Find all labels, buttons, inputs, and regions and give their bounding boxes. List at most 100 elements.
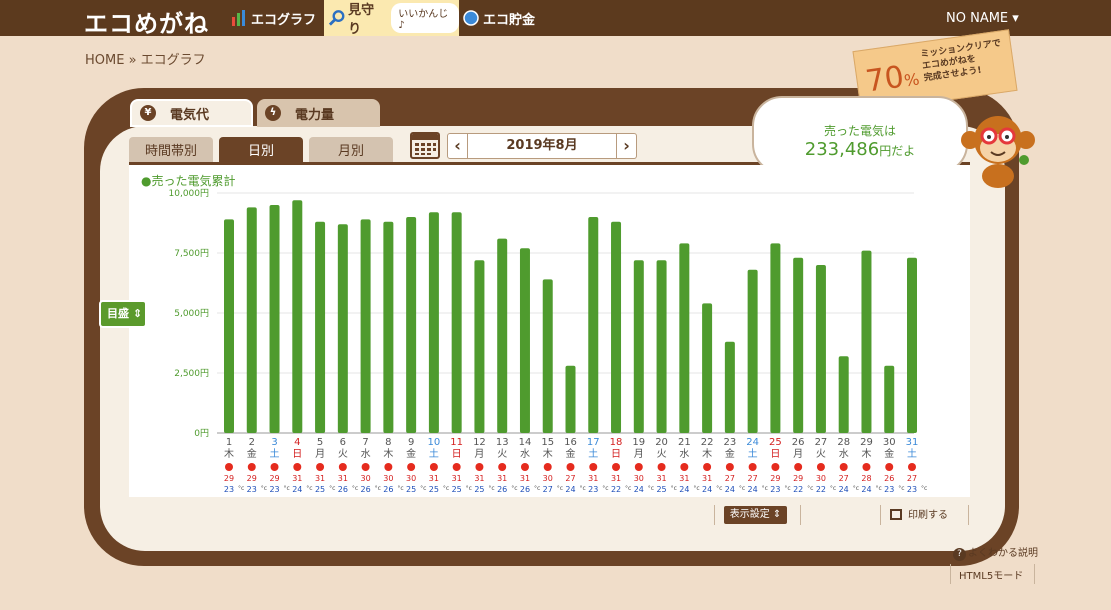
weekday-label: 日 [292,449,302,460]
weekday-label: 金 [566,447,576,460]
low-temp-label: 24 [292,485,302,494]
divider [968,505,969,525]
temp-unit-label: °c [602,485,608,492]
graph-icon [232,10,245,26]
scale-toggle-button[interactable]: 目盛 ⇕ [99,300,147,328]
tab-electric-power[interactable]: ϟ 電力量 [257,99,380,127]
weekday-label: 金 [406,447,416,460]
x-tick-label: 16 [564,437,577,448]
sun-icon [634,463,643,471]
bar [611,221,622,433]
low-temp-label: 25 [315,485,325,494]
divider [714,505,715,525]
sun-icon [293,463,302,471]
high-temp-label: 27 [565,474,575,483]
bar [542,279,553,433]
print-button[interactable]: 印刷する [890,506,948,521]
high-temp-label: 29 [224,474,234,483]
x-tick-label: 13 [496,437,509,448]
tab-electric-cost[interactable]: ¥ 電気代 [130,99,253,127]
breadcrumb: HOME » エコグラフ [85,53,206,68]
calendar-icon[interactable] [410,132,440,159]
bar [269,205,280,433]
sun-icon [885,463,894,471]
app-logo[interactable]: エコめがね [84,4,209,39]
weekday-label: 月 [474,448,484,460]
bar [770,243,781,433]
weekday-label: 木 [543,448,553,460]
high-temp-label: 27 [748,474,758,483]
low-temp-label: 25 [406,485,416,494]
subtab-hourly[interactable]: 時間帯別 [129,137,213,162]
x-tick-label: 11 [450,437,463,448]
temp-unit-label: °c [488,485,494,492]
x-tick-label: 8 [385,437,391,448]
help-link[interactable]: ? よくわかる説明 [953,544,1038,561]
sun-icon [361,463,370,471]
weekday-label: 月 [315,448,325,460]
next-month-button[interactable]: › [616,134,636,158]
date-selector: ‹ 2019年8月 › [447,133,637,159]
x-tick-label: 30 [883,437,896,448]
sun-icon [748,463,757,471]
low-temp-label: 23 [588,485,598,494]
sun-icon [338,463,347,471]
temp-unit-label: °c [329,485,335,492]
x-tick-label: 19 [632,437,645,448]
low-temp-label: 24 [748,485,758,494]
weekday-label: 木 [224,448,234,460]
user-menu[interactable]: NO NAME ▾ [946,11,1019,26]
x-tick-label: 14 [519,437,532,448]
weekday-label: 金 [884,447,894,460]
bar [747,269,758,433]
nav-mimamori[interactable]: 見守り いいかんじ♪ [324,0,459,37]
temp-unit-label: °c [830,485,836,492]
high-temp-label: 29 [269,474,279,483]
x-tick-label: 22 [701,437,714,448]
temp-unit-label: °c [443,485,449,492]
x-tick-label: 10 [428,437,441,448]
sun-icon [703,463,712,471]
high-temp-label: 29 [770,474,780,483]
nav-ecochokin[interactable]: エコ貯金 [462,0,535,36]
low-temp-label: 22 [816,485,826,494]
sun-icon [862,463,871,471]
high-temp-label: 30 [383,474,393,483]
temp-unit-label: °c [306,485,312,492]
bar [633,260,644,433]
nav-mimamori-label: 見守り [348,3,375,37]
bar [337,224,348,433]
low-temp-label: 24 [702,485,712,494]
low-temp-label: 24 [861,485,871,494]
high-temp-label: 31 [497,474,507,483]
bar [224,219,234,433]
y-tick-label: 7,500円 [174,248,209,259]
low-temp-label: 25 [429,485,439,494]
subtab-monthly[interactable]: 月別 [309,137,393,162]
high-temp-label: 30 [543,474,553,483]
high-temp-label: 29 [247,474,257,483]
high-temp-label: 27 [725,474,735,483]
y-tick-label: 2,500円 [174,368,209,379]
temp-unit-label: °c [534,485,540,492]
bar [702,303,713,433]
subtab-daily[interactable]: 日別 [219,137,303,162]
weekday-label: 土 [907,447,917,460]
weekday-label: 水 [839,448,849,460]
prev-month-button[interactable]: ‹ [448,134,468,158]
html5-mode-link[interactable]: HTML5モード [959,567,1023,582]
nav-ecograph[interactable]: エコグラフ [230,0,316,36]
y-tick-label: 10,000円 [169,188,210,199]
bar [474,260,485,433]
temp-unit-label: °c [261,485,267,492]
x-tick-label: 15 [541,437,554,448]
sun-icon [475,463,484,471]
low-temp-label: 26 [497,485,507,494]
weekday-label: 日 [770,449,780,460]
sun-icon [589,463,598,471]
low-temp-label: 24 [634,485,644,494]
weekday-label: 木 [702,448,712,460]
divider [800,505,801,525]
display-settings-button[interactable]: 表示設定 ⇕ [724,506,787,524]
weekday-label: 金 [247,447,257,460]
